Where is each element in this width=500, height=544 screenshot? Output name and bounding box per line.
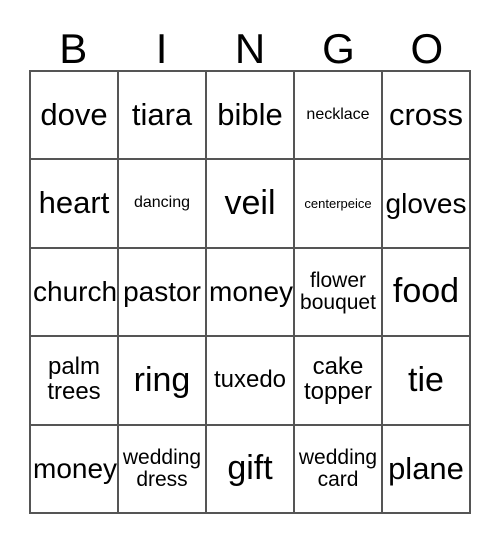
- bingo-cell-label: veil: [224, 183, 276, 222]
- bingo-cell-label: tie: [408, 360, 444, 399]
- bingo-cell[interactable]: money: [207, 248, 295, 338]
- bingo-grid: dove tiara bible necklace cross heart da…: [29, 70, 471, 514]
- bingo-cell[interactable]: centerpeice: [295, 160, 383, 249]
- bingo-cell[interactable]: food: [383, 248, 471, 338]
- bingo-cell-label: food: [392, 272, 460, 311]
- bingo-cell[interactable]: tuxedo: [207, 337, 295, 426]
- bingo-cell[interactable]: bible: [207, 72, 295, 161]
- bingo-cell-label: gloves: [385, 188, 467, 220]
- bingo-cell-label: palm trees: [47, 353, 101, 406]
- bingo-cell[interactable]: gift: [207, 425, 295, 514]
- bingo-header-letter-g: G: [322, 25, 355, 72]
- bingo-cell[interactable]: wedding dress: [119, 425, 207, 514]
- bingo-header-letter-n: N: [234, 25, 266, 72]
- bingo-cell-label: tiara: [131, 97, 193, 133]
- bingo-cell[interactable]: veil: [207, 160, 295, 249]
- bingo-header-letter-o: O: [410, 25, 444, 72]
- bingo-cell-label: heart: [38, 185, 110, 221]
- bingo-cell[interactable]: pastor: [119, 248, 207, 338]
- bingo-cell[interactable]: tiara: [119, 72, 207, 161]
- bingo-cell-label: gift: [227, 449, 273, 488]
- bingo-cell[interactable]: money: [31, 425, 119, 514]
- bingo-cell[interactable]: cross: [383, 72, 471, 161]
- bingo-cell-label: centerpeice: [304, 195, 372, 211]
- bingo-cell-label: tuxedo: [213, 365, 287, 393]
- bingo-cell-label: wedding dress: [122, 445, 202, 491]
- bingo-cell[interactable]: dancing: [119, 160, 207, 249]
- bingo-cell-label: dove: [40, 97, 108, 133]
- bingo-cell-label: ring: [133, 360, 191, 399]
- bingo-cell-label: dancing: [133, 194, 191, 212]
- bingo-cell[interactable]: tie: [383, 337, 471, 426]
- bingo-cell[interactable]: church: [31, 248, 119, 338]
- bingo-cell-label: necklace: [306, 105, 370, 123]
- bingo-cell-label: money: [209, 276, 294, 308]
- bingo-cell[interactable]: ring: [119, 337, 207, 426]
- bingo-card: B I N G O dove tiara bible necklace cros…: [0, 0, 500, 544]
- bingo-cell-label: flower bouquet: [300, 269, 376, 314]
- bingo-cell-label: cake topper: [303, 353, 373, 406]
- bingo-cell-label: wedding card: [298, 445, 378, 491]
- bingo-cell-label: bible: [217, 97, 283, 133]
- bingo-cell[interactable]: dove: [31, 72, 119, 161]
- bingo-cell[interactable]: gloves: [383, 160, 471, 249]
- bingo-cell-label: church: [33, 276, 118, 308]
- bingo-cell-label: plane: [388, 450, 464, 486]
- bingo-cell-label: pastor: [123, 276, 201, 308]
- bingo-cell-label: cross: [388, 97, 464, 133]
- bingo-cell[interactable]: wedding card: [295, 425, 383, 514]
- bingo-header-letter-b: B: [59, 25, 88, 72]
- bingo-header-letter-i: I: [155, 25, 168, 72]
- bingo-cell[interactable]: flower bouquet: [295, 248, 383, 338]
- bingo-cell[interactable]: necklace: [295, 72, 383, 161]
- bingo-header-row: B I N G O: [29, 18, 471, 70]
- bingo-cell[interactable]: heart: [31, 160, 119, 249]
- bingo-cell[interactable]: cake topper: [295, 337, 383, 426]
- bingo-cell-label: money: [33, 453, 118, 485]
- bingo-cell[interactable]: plane: [383, 425, 471, 514]
- bingo-cell[interactable]: palm trees: [31, 337, 119, 426]
